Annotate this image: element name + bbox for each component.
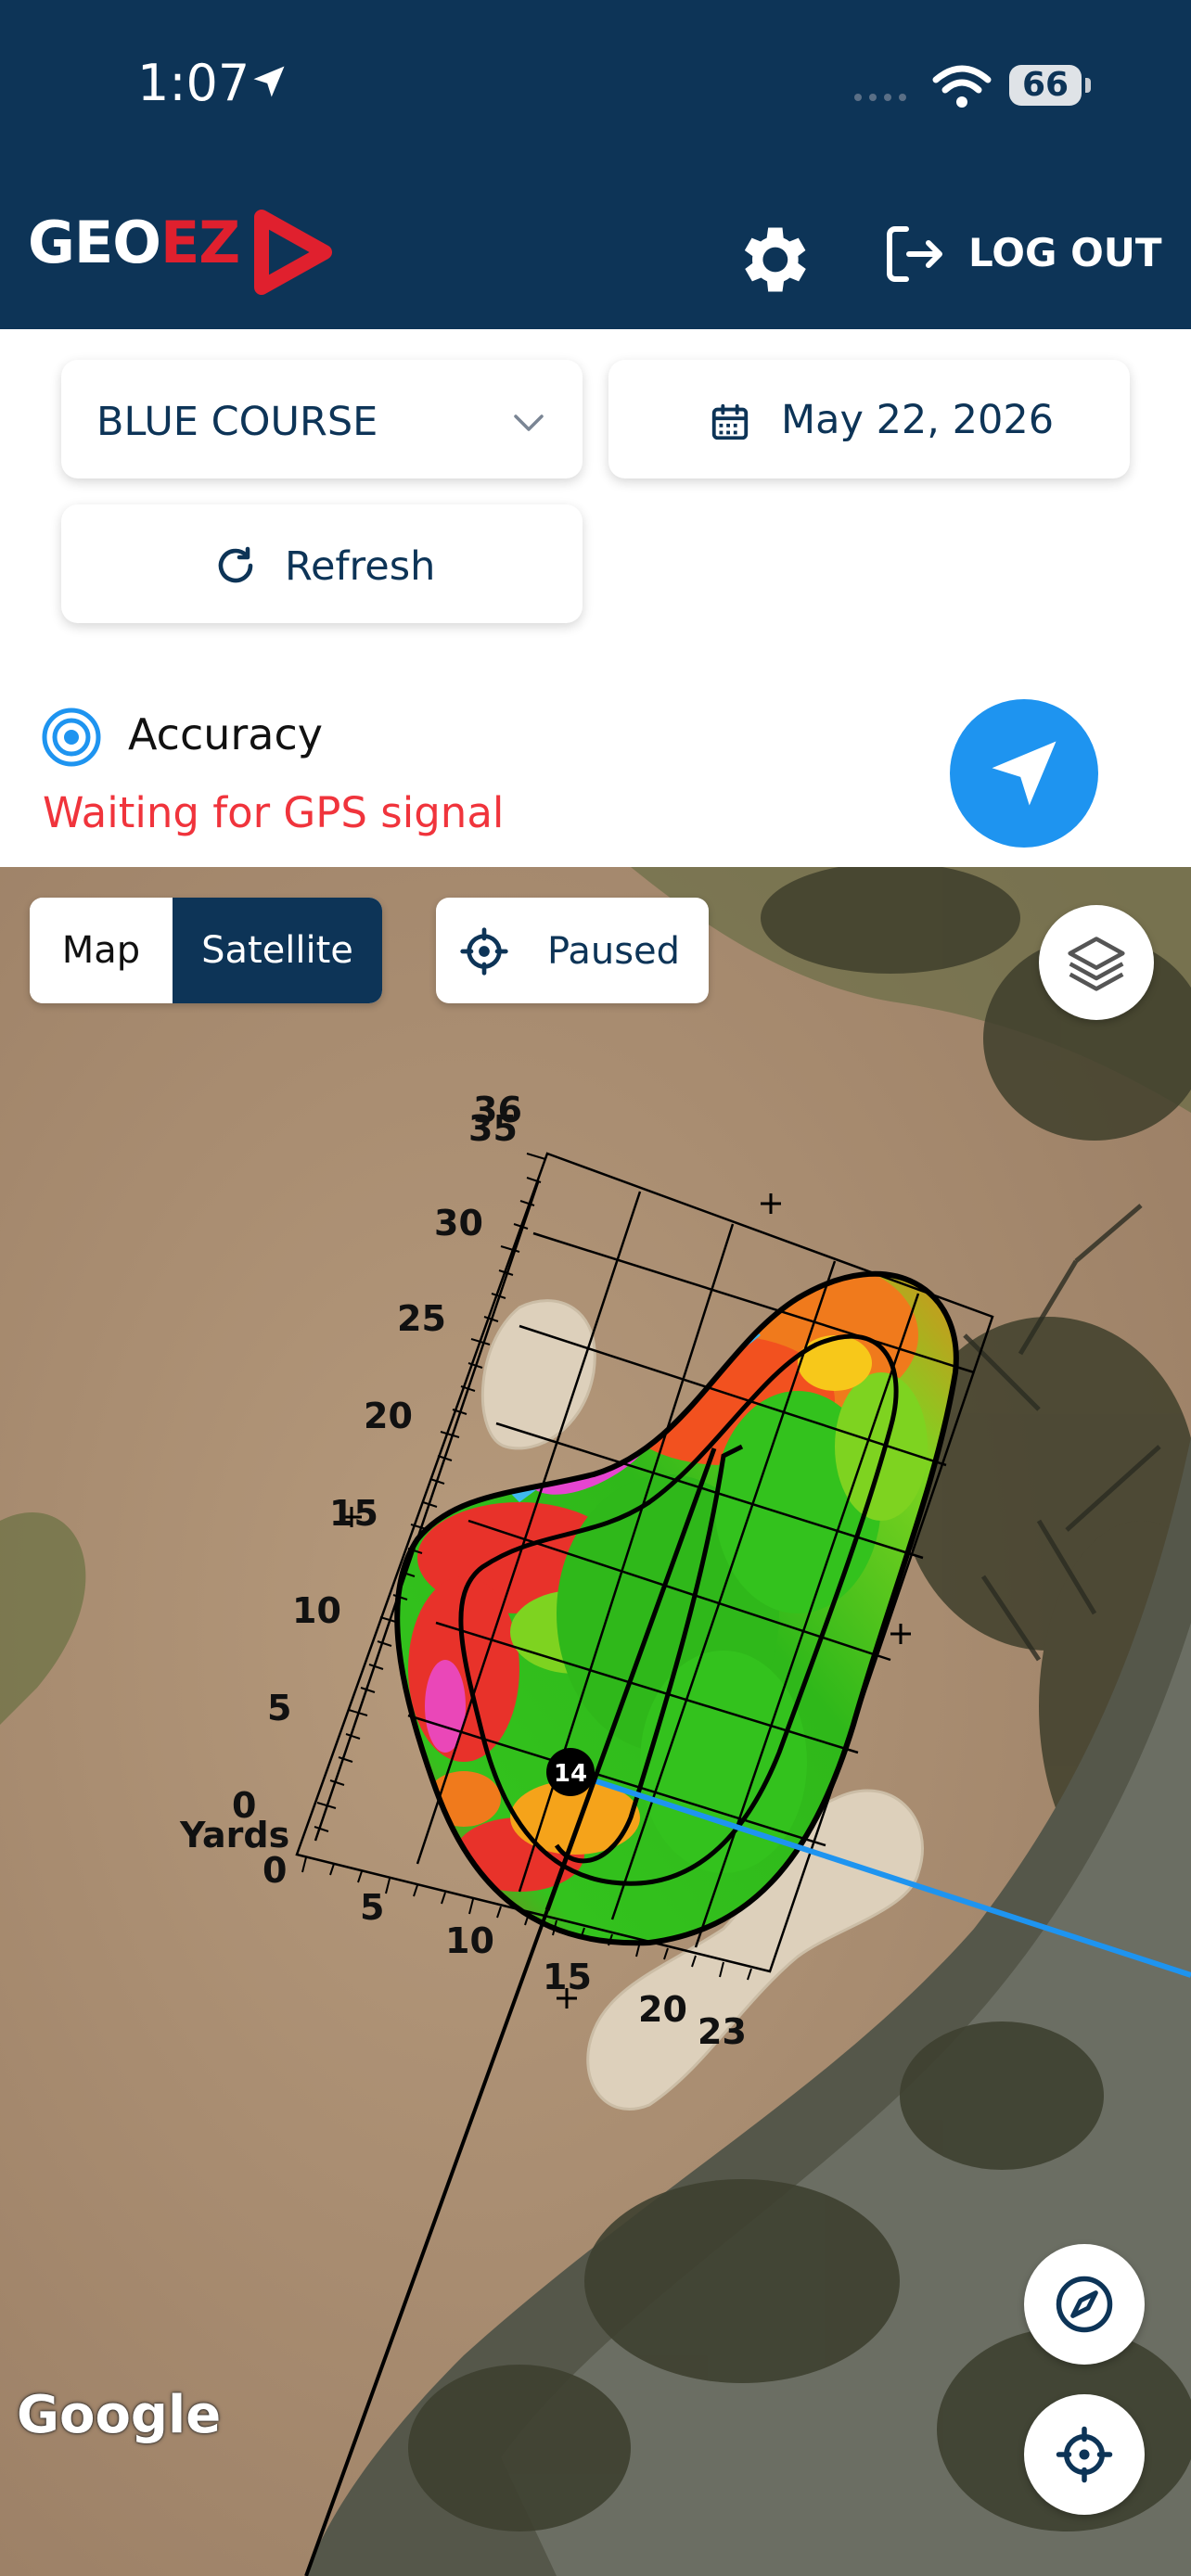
cellular-signal-icon [854, 94, 906, 101]
grid-label-15: 15 [329, 1493, 378, 1534]
grid-label-5: 5 [267, 1688, 291, 1728]
refresh-icon [218, 546, 253, 583]
navigate-button[interactable] [950, 699, 1098, 848]
chevron-down-icon [514, 414, 544, 431]
selected-date: May 22, 2026 [781, 397, 1055, 443]
battery-cap [1085, 78, 1091, 93]
wifi-icon [932, 65, 992, 108]
app-header [0, 0, 1191, 329]
grid-label-bottom-20: 20 [638, 1989, 687, 2030]
hole-number: 14 [554, 1760, 587, 1788]
map-canvas: 36 35 30 25 20 15 10 5 0 Yards 0 5 10 15… [0, 867, 1191, 2576]
my-location-button[interactable] [1024, 2394, 1145, 2515]
grid-label-30: 30 [434, 1203, 483, 1243]
geoez-logo: GEOEZ [28, 209, 240, 276]
grid-label-35: 35 [468, 1108, 518, 1149]
calendar-icon [711, 403, 749, 440]
layers-icon [1068, 937, 1125, 991]
grid-label-bottom-15: 15 [543, 1957, 592, 1997]
navigation-arrow-icon [992, 741, 1057, 806]
grid-label-bottom-5: 5 [360, 1887, 384, 1928]
accuracy-label: Accuracy [128, 709, 324, 759]
grid-label-20: 20 [364, 1396, 413, 1436]
satellite-map[interactable]: 36 35 30 25 20 15 10 5 0 Yards 0 5 10 15… [0, 867, 1191, 2576]
grid-label-bottom-10: 10 [445, 1920, 494, 1961]
compass-icon [1056, 2276, 1113, 2333]
logo-play-icon [254, 210, 332, 295]
accuracy-target-icon [42, 708, 101, 767]
settings-gear-icon[interactable] [729, 217, 814, 302]
map-type-satellite-option[interactable]: Satellite [173, 898, 382, 1003]
status-time: 1:07 [137, 54, 250, 112]
logout-icon[interactable] [881, 221, 948, 287]
map-layers-button[interactable] [1039, 905, 1154, 1020]
grid-label-bottom-0: 0 [263, 1850, 287, 1891]
logout-button[interactable]: LOG OUT [968, 230, 1162, 275]
battery-indicator: 66 [1009, 65, 1082, 106]
grid-label-25: 25 [397, 1298, 446, 1339]
google-attribution: Google [17, 2385, 222, 2445]
course-select-value: BLUE COURSE [96, 399, 378, 445]
grid-label-bottom-23: 23 [698, 2011, 747, 2052]
compass-button[interactable] [1024, 2244, 1145, 2365]
crosshair-icon [460, 927, 508, 976]
refresh-button-label: Refresh [285, 543, 436, 590]
grid-label-10: 10 [292, 1590, 341, 1631]
map-type-map-option[interactable]: Map [30, 898, 173, 1003]
map-type-toggle[interactable]: Map Satellite [30, 898, 382, 1003]
gps-status-text: Waiting for GPS signal [43, 788, 505, 837]
location-arrow-icon [253, 66, 285, 97]
locate-crosshair-icon [1056, 2426, 1113, 2483]
tracking-status-label: Paused [547, 930, 681, 973]
